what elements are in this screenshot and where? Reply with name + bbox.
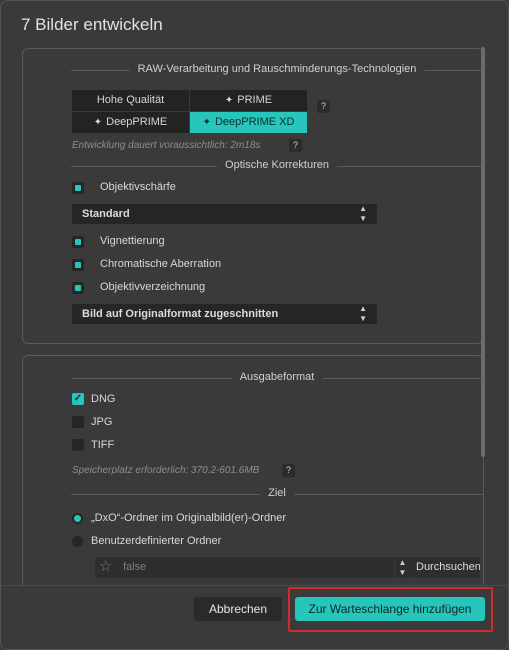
sharpness-label: Objektivschärfe <box>100 181 176 193</box>
chromatic-label: Chromatische Aberration <box>100 258 222 270</box>
distortion-checkbox[interactable] <box>72 282 84 294</box>
raw-section-title: RAW-Verarbeitung und Rauschminderungs-Te… <box>129 63 425 75</box>
option-label: Hohe Qualität <box>96 94 165 106</box>
crop-select-value: Bild auf Originalformat zugeschnitten <box>82 308 279 320</box>
raw-section-header: RAW-Verarbeitung und Rauschminderungs-Te… <box>71 63 483 77</box>
jpg-checkbox[interactable] <box>72 416 84 428</box>
duration-note: Entwicklung dauert voraussichtlich: 2m18… <box>72 140 261 151</box>
option-label: DeepPRIME XD <box>214 116 295 128</box>
vignetting-label: Vignettierung <box>100 235 165 247</box>
dialog-title: 7 Bilder entwickeln <box>21 15 163 34</box>
distortion-label: Objektivverzeichnung <box>100 281 206 293</box>
target-section-header: Ziel <box>71 487 483 501</box>
dng-label: DNG <box>91 393 116 405</box>
sharpness-checkbox[interactable] <box>72 182 84 194</box>
option-deepprime[interactable]: ✦ DeepPRIME <box>72 112 189 133</box>
up-down-arrows-icon: ▲ ▼ <box>359 204 367 223</box>
sparkle-icon: ✦ <box>202 117 211 128</box>
option-label: DeepPRIME <box>106 116 168 128</box>
chromatic-checkbox[interactable] <box>72 259 84 271</box>
browse-button[interactable]: Durchsuchen <box>410 557 480 578</box>
folder-path-field[interactable]: ☆ false ▲ ▼ <box>95 557 410 578</box>
sharpness-select[interactable]: Standard ▲ ▼ <box>72 204 377 224</box>
jpg-label: JPG <box>91 416 113 428</box>
option-deepprime-xd[interactable]: ✦ DeepPRIME XD <box>190 112 307 133</box>
raw-help-button[interactable]: ? <box>317 100 330 113</box>
sparkle-icon: ✦ <box>224 95 234 106</box>
highlight-box <box>288 587 493 632</box>
storage-help-button[interactable]: ? <box>282 464 295 477</box>
custom-folder-label: Benutzerdefinierter Ordner <box>91 535 222 547</box>
output-section-title: Ausgabeformat <box>231 371 323 383</box>
folder-path-value: false <box>123 561 147 573</box>
dxo-folder-radio[interactable] <box>72 513 83 524</box>
option-label: PRIME <box>237 94 273 106</box>
custom-folder-radio[interactable] <box>72 536 83 547</box>
storage-note: Speicherplatz erforderlich: 370.2-601.6M… <box>72 465 260 476</box>
dng-checkbox[interactable]: ✓ <box>72 393 84 405</box>
optical-section-title: Optische Korrekturen <box>217 159 337 171</box>
up-down-arrows-icon: ▲ ▼ <box>359 304 367 323</box>
output-section-header: Ausgabeformat <box>71 371 483 385</box>
sparkle-icon: ✦ <box>93 117 103 128</box>
dxo-folder-label: „DxO“-Ordner im Originalbild(er)-Ordner <box>91 512 286 524</box>
up-down-arrows-icon[interactable]: ▲ ▼ <box>394 557 410 578</box>
scrollbar[interactable] <box>481 47 485 457</box>
tiff-checkbox[interactable] <box>72 439 84 451</box>
sharpness-select-value: Standard <box>82 208 130 220</box>
processing-panel: RAW-Verarbeitung und Rauschminderungs-Te… <box>22 48 484 344</box>
target-section-title: Ziel <box>260 487 294 499</box>
vignetting-checkbox[interactable] <box>72 236 84 248</box>
option-hohe-qualitaet[interactable]: Hohe Qualität <box>72 90 189 111</box>
tiff-label: TIFF <box>91 439 115 451</box>
export-dialog: 7 Bilder entwickeln RAW-Verarbeitung und… <box>0 0 509 650</box>
cancel-button[interactable]: Abbrechen <box>194 597 282 621</box>
optical-section-header: Optische Korrekturen <box>71 159 483 173</box>
crop-select[interactable]: Bild auf Originalformat zugeschnitten ▲ ▼ <box>72 304 377 324</box>
star-icon[interactable]: ☆ <box>99 558 112 576</box>
option-prime[interactable]: ✦ PRIME <box>190 90 307 111</box>
duration-help-button[interactable]: ? <box>289 139 302 152</box>
